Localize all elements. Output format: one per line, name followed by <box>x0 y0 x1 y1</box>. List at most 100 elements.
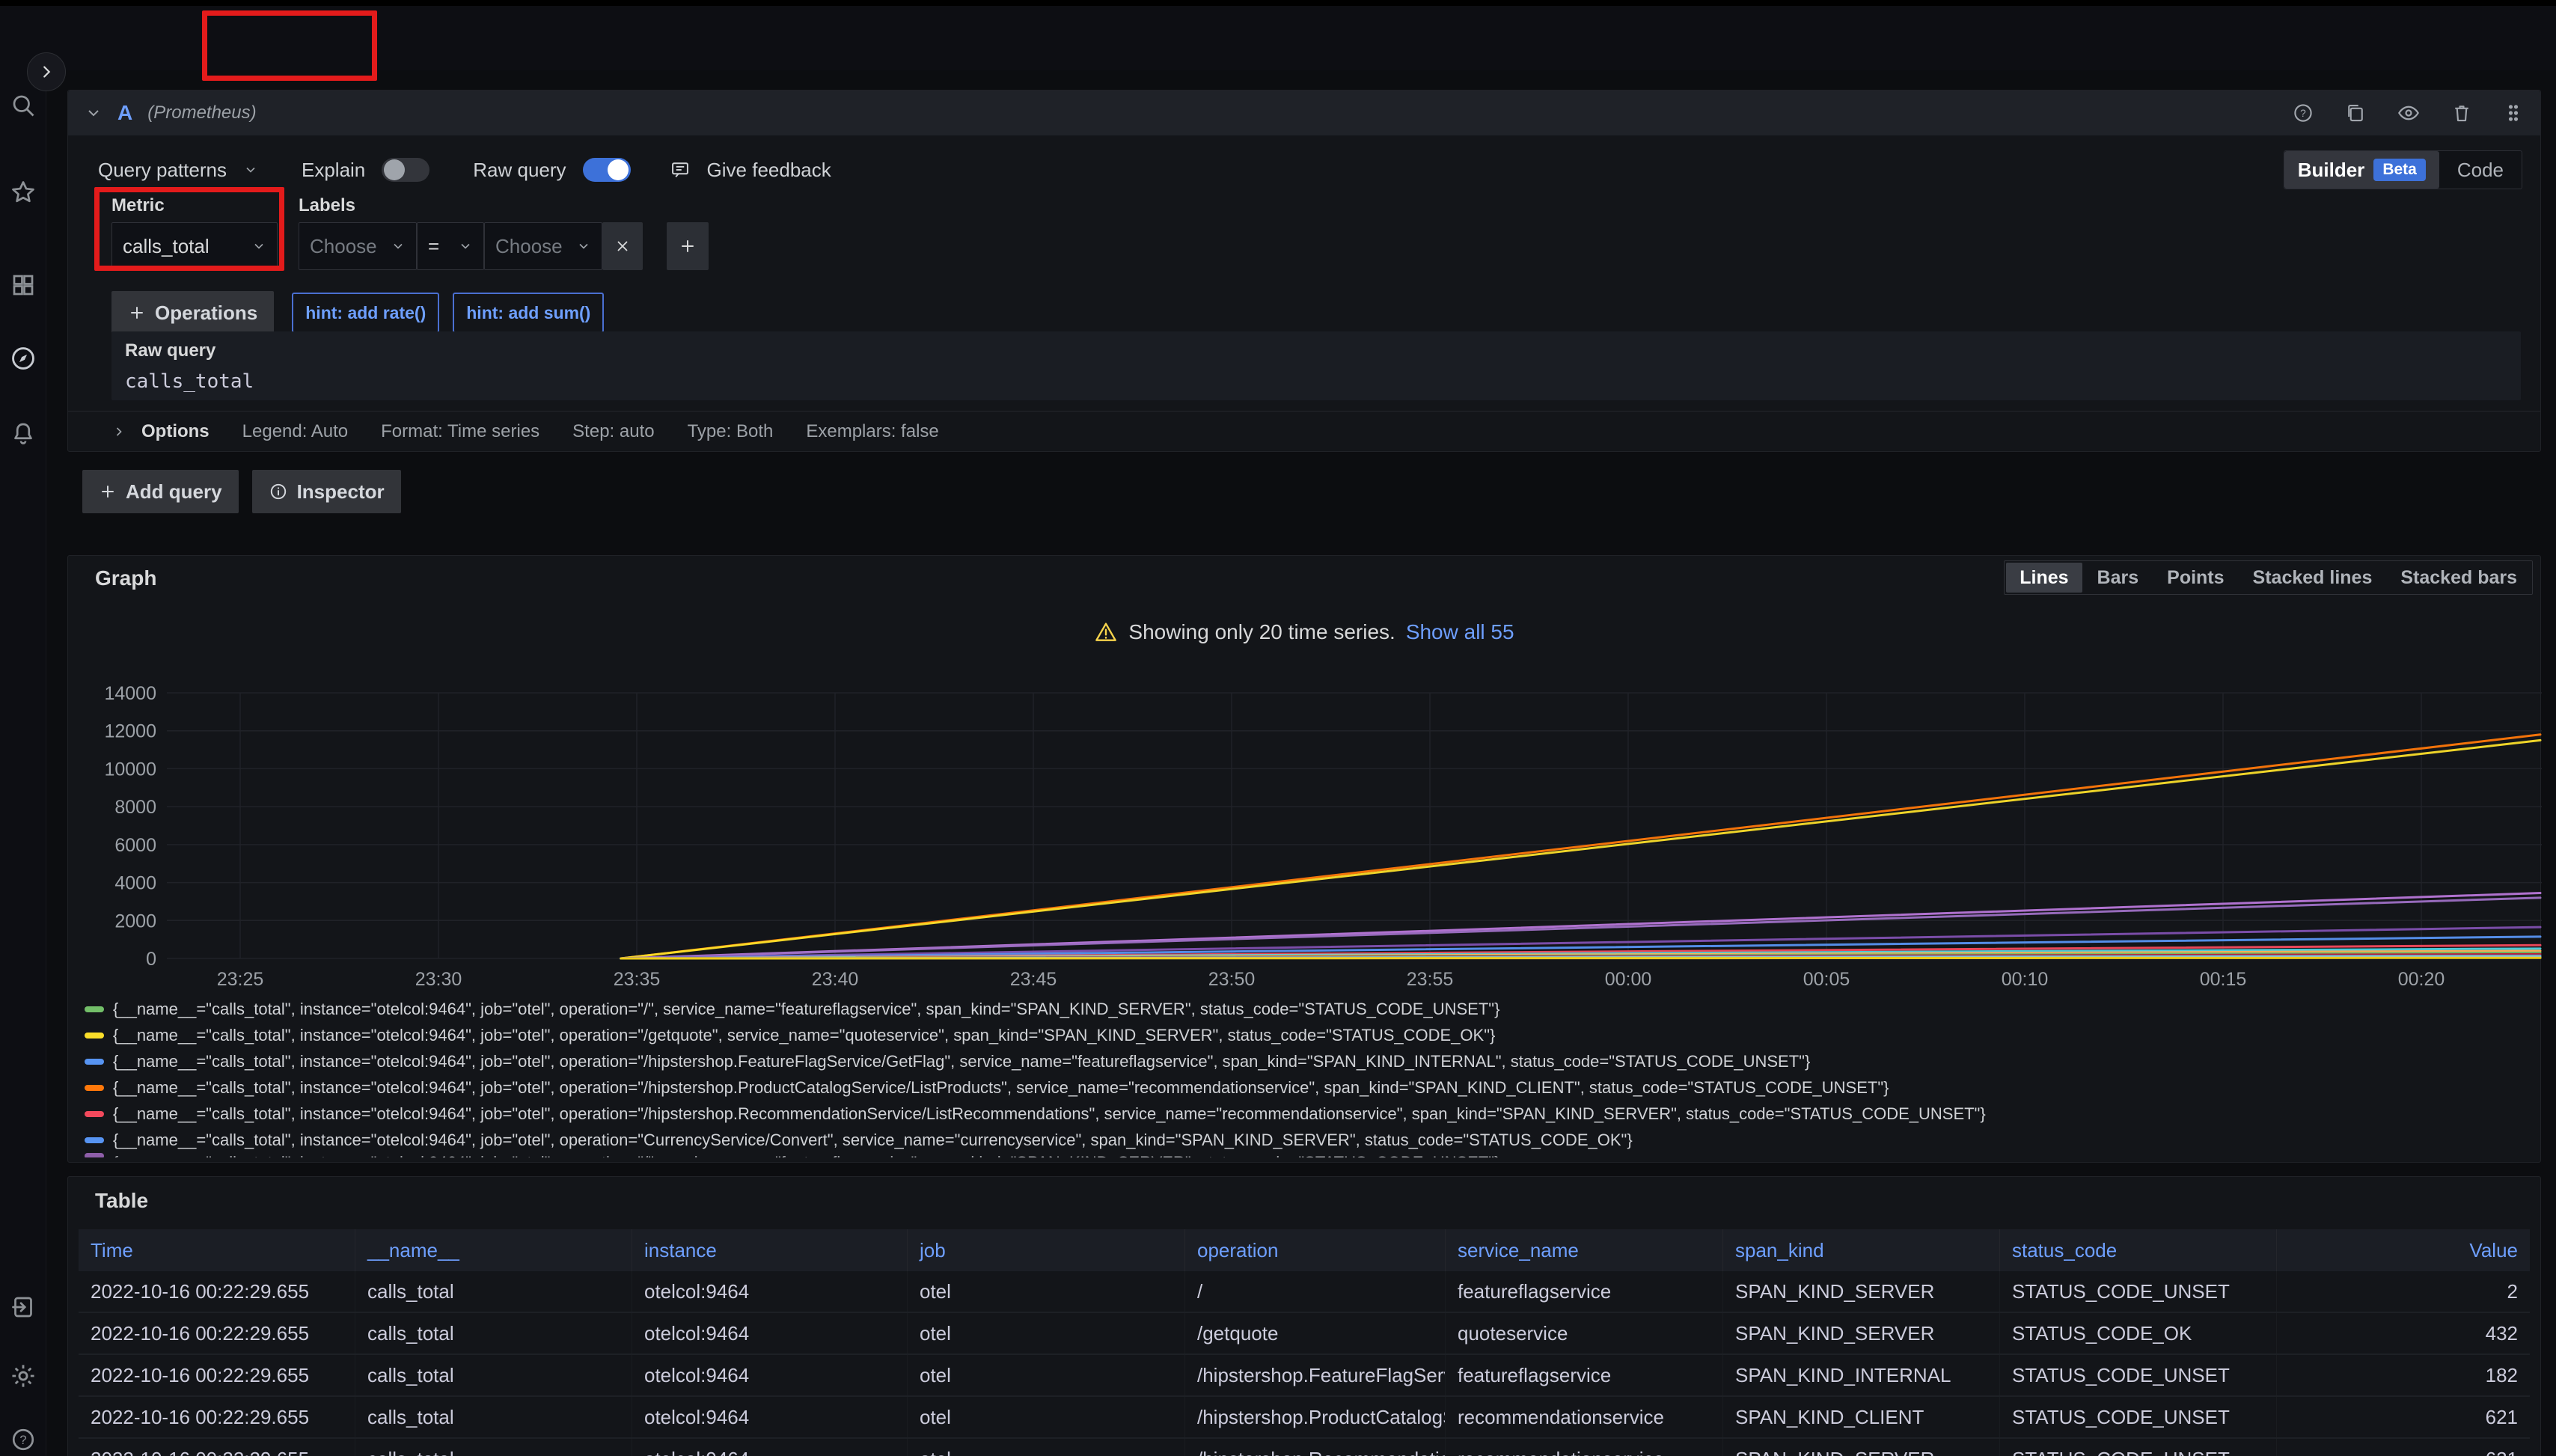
label-value-select[interactable]: Choose <box>484 222 602 270</box>
legend-item[interactable]: {__name__="calls_total", instance="otelc… <box>85 1127 2525 1153</box>
raw-query-toggle[interactable] <box>583 158 631 182</box>
operations-row: Operations hint: add rate() hint: add sum… <box>111 291 604 334</box>
graph-mode-points[interactable]: Points <box>2153 563 2237 593</box>
query-hint-button[interactable]: hint: add rate() <box>292 293 439 333</box>
drag-handle-icon[interactable] <box>2503 103 2524 123</box>
column-header-status-code[interactable]: status_code <box>2000 1229 2277 1271</box>
search-icon[interactable] <box>7 90 39 121</box>
sign-in-icon[interactable] <box>7 1291 39 1323</box>
table-cell: calls_total <box>355 1271 632 1312</box>
give-feedback-link[interactable]: Give feedback <box>707 159 831 182</box>
remove-label-filter-button[interactable] <box>602 222 643 270</box>
query-actions: Add query Inspector <box>82 470 401 513</box>
table-cell: /hipstershop.Recommendation… <box>1185 1439 1446 1456</box>
graph-mode-stacked-lines[interactable]: Stacked lines <box>2239 563 2386 593</box>
svg-text:0: 0 <box>146 949 156 970</box>
query-options-row[interactable]: Options Legend: Auto Format: Time series… <box>68 411 2540 452</box>
expand-sidebar-button[interactable] <box>27 52 66 91</box>
legend-label: {__name__="calls_total", instance="otelc… <box>113 1000 1499 1019</box>
query-ref-id: A <box>117 101 132 125</box>
table-cell: otel <box>908 1355 1185 1395</box>
legend-item[interactable]: {__name__="calls_total", instance="otelc… <box>85 1022 2525 1048</box>
label-operator-select[interactable]: = <box>417 222 484 270</box>
svg-text:00:00: 00:00 <box>1605 969 1652 990</box>
column-header-job[interactable]: job <box>908 1229 1185 1271</box>
column-header-operation[interactable]: operation <box>1185 1229 1446 1271</box>
inspector-button[interactable]: Inspector <box>252 470 401 513</box>
chevron-right-icon <box>38 64 55 80</box>
table-cell: otel <box>908 1439 1185 1456</box>
column-header-time[interactable]: Time <box>79 1229 355 1271</box>
svg-text:?: ? <box>2300 108 2306 119</box>
table-cell: 432 <box>2277 1313 2530 1353</box>
legend-item[interactable]: {__name__="calls_total", instance="otelc… <box>85 1101 2525 1127</box>
legend-item[interactable]: {__name__="calls_total", instance="otelc… <box>85 1074 2525 1101</box>
beta-badge: Beta <box>2373 159 2426 181</box>
query-editor-panel: A (Prometheus) ? Query patterns Explain … <box>67 90 2541 452</box>
alerting-icon[interactable] <box>7 417 39 449</box>
column-header-value[interactable]: Value <box>2277 1229 2530 1271</box>
starred-icon[interactable] <box>7 177 39 208</box>
svg-text:10000: 10000 <box>104 759 156 780</box>
delete-query-trash-icon[interactable] <box>2450 102 2473 124</box>
query-row-header[interactable]: A (Prometheus) ? <box>68 91 2540 135</box>
warning-text: Showing only 20 time series. <box>1128 620 1395 644</box>
tab-code[interactable]: Code <box>2439 159 2522 182</box>
metric-value: calls_total <box>123 235 210 258</box>
column-header-instance[interactable]: instance <box>632 1229 908 1271</box>
table-cell: otel <box>908 1271 1185 1312</box>
table-cell: otelcol:9464 <box>632 1313 908 1353</box>
table-cell: quoteservice <box>1446 1313 1723 1353</box>
legend-item[interactable]: {__name__="calls_total", instance="otelc… <box>85 996 2525 1022</box>
time-series-chart[interactable]: 0200040006000800010000120001400023:2523:… <box>76 678 2545 1000</box>
help-icon[interactable]: ? <box>7 1424 39 1455</box>
legend-item[interactable]: {__name__="calls_total", instance="otelc… <box>85 1048 2525 1074</box>
add-label-filter-button[interactable] <box>667 222 709 270</box>
chevron-down-icon <box>251 239 266 254</box>
explain-toggle[interactable] <box>382 158 429 182</box>
label-name-select[interactable]: Choose <box>299 222 417 270</box>
operations-label: Operations <box>155 302 257 325</box>
raw-query-label: Raw query <box>125 340 2507 361</box>
query-hint-button[interactable]: hint: add sum() <box>453 293 604 333</box>
svg-text:8000: 8000 <box>114 797 156 818</box>
option-exemplars: Exemplars: false <box>806 421 938 442</box>
disable-query-eye-icon[interactable] <box>2397 101 2421 125</box>
explore-nav-icon[interactable] <box>7 343 39 374</box>
svg-text:23:40: 23:40 <box>812 969 859 990</box>
svg-text:23:25: 23:25 <box>217 969 264 990</box>
toggle-knob <box>608 159 629 180</box>
column-header-span-kind[interactable]: span_kind <box>1723 1229 2000 1271</box>
table-cell: 2 <box>2277 1271 2530 1312</box>
add-query-button[interactable]: Add query <box>82 470 239 513</box>
column-header-service-name[interactable]: service_name <box>1446 1229 1723 1271</box>
table-cell: STATUS_CODE_OK <box>2000 1313 2277 1353</box>
legend-swatch-icon <box>85 1085 104 1091</box>
column-header---name--[interactable]: __name__ <box>355 1229 632 1271</box>
duplicate-query-icon[interactable] <box>2344 102 2367 124</box>
legend-item-clipped[interactable]: {__name__="calls_total", instance="otelc… <box>85 1153 2525 1157</box>
metric-select[interactable]: calls_total <box>111 222 278 270</box>
graph-mode-bars[interactable]: Bars <box>2084 563 2153 593</box>
table-cell: otelcol:9464 <box>632 1271 908 1312</box>
svg-text:12000: 12000 <box>104 721 156 742</box>
tab-builder[interactable]: Builder Beta <box>2284 151 2439 189</box>
show-all-series-link[interactable]: Show all 55 <box>1406 620 1514 644</box>
dashboards-icon[interactable] <box>7 269 39 301</box>
table-cell: calls_total <box>355 1355 632 1395</box>
add-operation-button[interactable]: Operations <box>111 291 274 334</box>
settings-gear-icon[interactable] <box>7 1360 39 1392</box>
svg-text:?: ? <box>19 1434 26 1447</box>
raw-query-value: calls_total <box>125 370 2507 393</box>
raw-query-preview: Raw query calls_total <box>111 331 2521 400</box>
graph-mode-lines[interactable]: Lines <box>2006 563 2082 593</box>
navbar <box>0 6 2556 70</box>
table-cell: otel <box>908 1397 1185 1437</box>
legend-swatch-icon <box>85 1033 104 1039</box>
graph-mode-stacked-bars[interactable]: Stacked bars <box>2387 563 2531 593</box>
svg-text:23:50: 23:50 <box>1208 969 1256 990</box>
query-patterns-button[interactable]: Query patterns <box>98 159 227 182</box>
query-help-icon[interactable]: ? <box>2292 102 2314 124</box>
table-cell: / <box>1185 1271 1446 1312</box>
collapse-chevron-icon[interactable] <box>85 104 103 122</box>
